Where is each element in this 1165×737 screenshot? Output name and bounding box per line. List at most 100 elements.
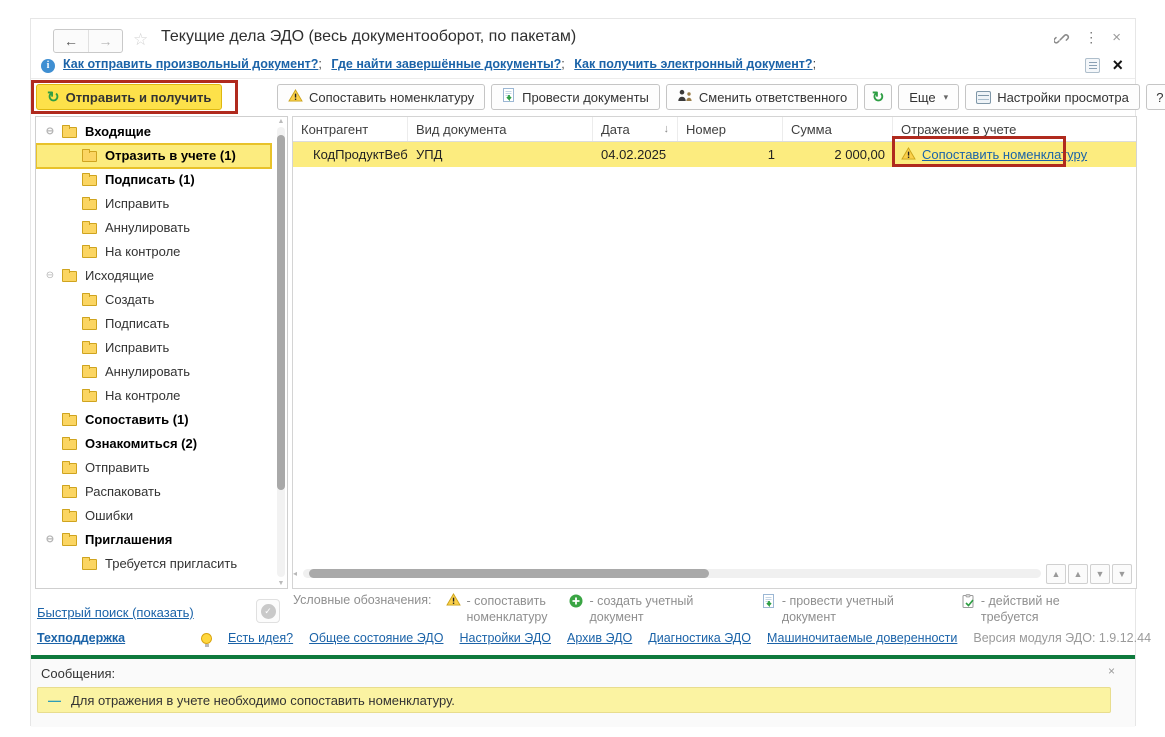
warning-icon (901, 147, 916, 163)
support-link[interactable]: Техподдержка (37, 631, 125, 645)
cell-accounting-action: Сопоставить номенклатуру (893, 142, 1136, 167)
info-bar: i Как отправить произвольный документ?; … (31, 57, 1135, 79)
column-header-sum[interactable]: Сумма (783, 117, 893, 141)
post-document-icon (502, 88, 516, 106)
warning-icon (288, 89, 303, 105)
edo-diagnostics-link[interactable]: Диагностика ЭДО (648, 631, 751, 645)
column-header-accounting[interactable]: Отражение в учете (893, 117, 1136, 141)
edo-state-link[interactable]: Общее состояние ЭДО (309, 631, 443, 645)
tree-item-unpack[interactable]: Распаковать (36, 480, 271, 504)
column-header-number[interactable]: Номер (678, 117, 783, 141)
app-window: ← → ☆ Текущие дела ЭДО (весь документооб… (30, 18, 1136, 726)
folder-icon (62, 415, 77, 426)
column-header-contractor[interactable]: Контрагент (293, 117, 408, 141)
folder-icon (62, 463, 77, 474)
more-menu-icon[interactable]: ⋮ (1084, 29, 1098, 46)
tree-item-incoming[interactable]: ⊖Входящие (36, 120, 271, 144)
folder-icon (82, 247, 97, 258)
tree-item-acquaint[interactable]: Ознакомиться (2) (36, 432, 271, 456)
back-button[interactable]: ← (54, 30, 88, 52)
tree-item-annul-outgoing[interactable]: Аннулировать (36, 360, 271, 384)
tree-item-create[interactable]: Создать (36, 288, 271, 312)
tree-item-errors[interactable]: Ошибки (36, 504, 271, 528)
tree-item-on-control-incoming[interactable]: На контроле (36, 240, 271, 264)
view-settings-button[interactable]: Настройки просмотра (965, 84, 1140, 110)
module-version: Версия модуля ЭДО: 1.9.12.44 (973, 631, 1151, 645)
folder-icon (62, 271, 77, 282)
tree-scrollbar-thumb[interactable] (277, 135, 285, 490)
more-button[interactable]: Еще ▾ (898, 84, 959, 110)
edo-settings-link[interactable]: Настройки ЭДО (459, 631, 551, 645)
message-text: Для отражения в учете необходимо сопоста… (71, 693, 455, 708)
scroll-up-icon[interactable]: ▲ (277, 118, 285, 125)
favorite-star-icon[interactable]: ☆ (133, 30, 148, 50)
messages-close-icon[interactable]: × (1108, 664, 1115, 678)
column-header-doc-type[interactable]: Вид документа (408, 117, 593, 141)
tree-item-fix-outgoing[interactable]: Исправить (36, 336, 271, 360)
folder-icon (82, 343, 97, 354)
forward-button[interactable]: → (88, 30, 122, 52)
quick-search-link[interactable]: Быстрый поиск (показать) (37, 605, 194, 620)
link-icon[interactable] (1054, 30, 1070, 46)
grid-h-scrollbar[interactable]: ◂ ▸ (303, 569, 1041, 578)
chevron-down-icon: ▾ (944, 92, 949, 103)
tree-item-match[interactable]: Сопоставить (1) (36, 408, 271, 432)
tree-scrollbar[interactable]: ▲ ▼ (277, 127, 285, 577)
scroll-down-button[interactable]: ▼ (1090, 564, 1110, 584)
help-button[interactable]: ? (1146, 84, 1165, 110)
cell-number: 1 (678, 142, 783, 167)
folder-icon (62, 487, 77, 498)
expander-icon[interactable]: ⊖ (44, 264, 56, 288)
search-icon: ✓ (261, 604, 276, 619)
scroll-bottom-button[interactable]: ▼ (1112, 564, 1132, 584)
journal-icon[interactable] (1085, 58, 1100, 73)
cell-date: 04.02.2025 (593, 142, 678, 167)
tree-item-invitations[interactable]: ⊖Приглашения (36, 528, 271, 552)
machine-readable-poa-link[interactable]: Машиночитаемые доверенности (767, 631, 957, 645)
page-title: Текущие дела ЭДО (весь документооборот, … (161, 28, 576, 46)
column-header-date[interactable]: Дата↓ (593, 117, 678, 141)
grid-nav-buttons: ▲ ▲ ▼ ▼ (1046, 564, 1132, 584)
tree-item-send[interactable]: Отправить (36, 456, 271, 480)
send-receive-button[interactable]: ↻ Отправить и получить (36, 84, 222, 110)
idea-link[interactable]: Есть идея? (228, 631, 293, 645)
grid-h-scrollbar-thumb[interactable] (309, 569, 709, 578)
expander-icon[interactable]: ⊖ (44, 528, 56, 552)
tree-item-reflect-in-accounting[interactable]: Отразить в учете (1) (36, 144, 271, 168)
quick-search-button[interactable]: ✓ (256, 599, 280, 623)
cell-sum: 2 000,00 (783, 142, 893, 167)
messages-title: Сообщения: (41, 666, 115, 681)
refresh-button[interactable]: ↻ (864, 84, 892, 110)
window-close-icon[interactable]: × (1112, 29, 1121, 46)
edo-archive-link[interactable]: Архив ЭДО (567, 631, 632, 645)
quick-search: Быстрый поиск (показать) (37, 605, 194, 620)
infobar-close-icon[interactable]: × (1112, 57, 1123, 73)
help-link-find-completed[interactable]: Где найти завершённые документы? (331, 57, 561, 71)
tree-item-fix-incoming[interactable]: Исправить (36, 192, 271, 216)
scroll-left-icon[interactable]: ◂ (293, 569, 297, 578)
post-documents-button[interactable]: Провести документы (491, 84, 660, 110)
tree-item-on-control-outgoing[interactable]: На контроле (36, 384, 271, 408)
scroll-down-icon[interactable]: ▼ (277, 580, 285, 587)
warning-icon (446, 593, 461, 609)
tree-item-sign-outgoing[interactable]: Подписать (36, 312, 271, 336)
match-nomenclature-link[interactable]: Сопоставить номенклатуру (922, 147, 1087, 162)
change-responsible-button[interactable]: Сменить ответственного (666, 84, 858, 110)
scroll-up-button[interactable]: ▲ (1068, 564, 1088, 584)
legend-item-post: - провести учетный документ (762, 593, 940, 625)
help-link-receive-edoc[interactable]: Как получить электронный документ? (574, 57, 812, 71)
tree-item-outgoing[interactable]: ⊖Исходящие (36, 264, 271, 288)
expander-icon[interactable]: ⊖ (44, 120, 56, 144)
folder-icon (62, 127, 77, 138)
table-row[interactable]: КодПродуктВеб"_... УПД 04.02.2025 1 2 00… (293, 142, 1136, 167)
message-item[interactable]: — Для отражения в учете необходимо сопос… (37, 687, 1111, 713)
match-nomenclature-button[interactable]: Сопоставить номенклатуру (277, 84, 485, 110)
tree-item-annul-incoming[interactable]: Аннулировать (36, 216, 271, 240)
tree-item-need-invite[interactable]: Требуется пригласить (36, 552, 271, 576)
title-bar: ← → ☆ Текущие дела ЭДО (весь документооб… (31, 25, 1135, 57)
legend-item-no-action: - действий не требуется (962, 593, 1111, 625)
scroll-top-button[interactable]: ▲ (1046, 564, 1066, 584)
tree-item-sign-incoming[interactable]: Подписать (1) (36, 168, 271, 192)
help-link-send-arbitrary[interactable]: Как отправить произвольный документ? (63, 57, 318, 71)
folder-icon (82, 151, 97, 162)
